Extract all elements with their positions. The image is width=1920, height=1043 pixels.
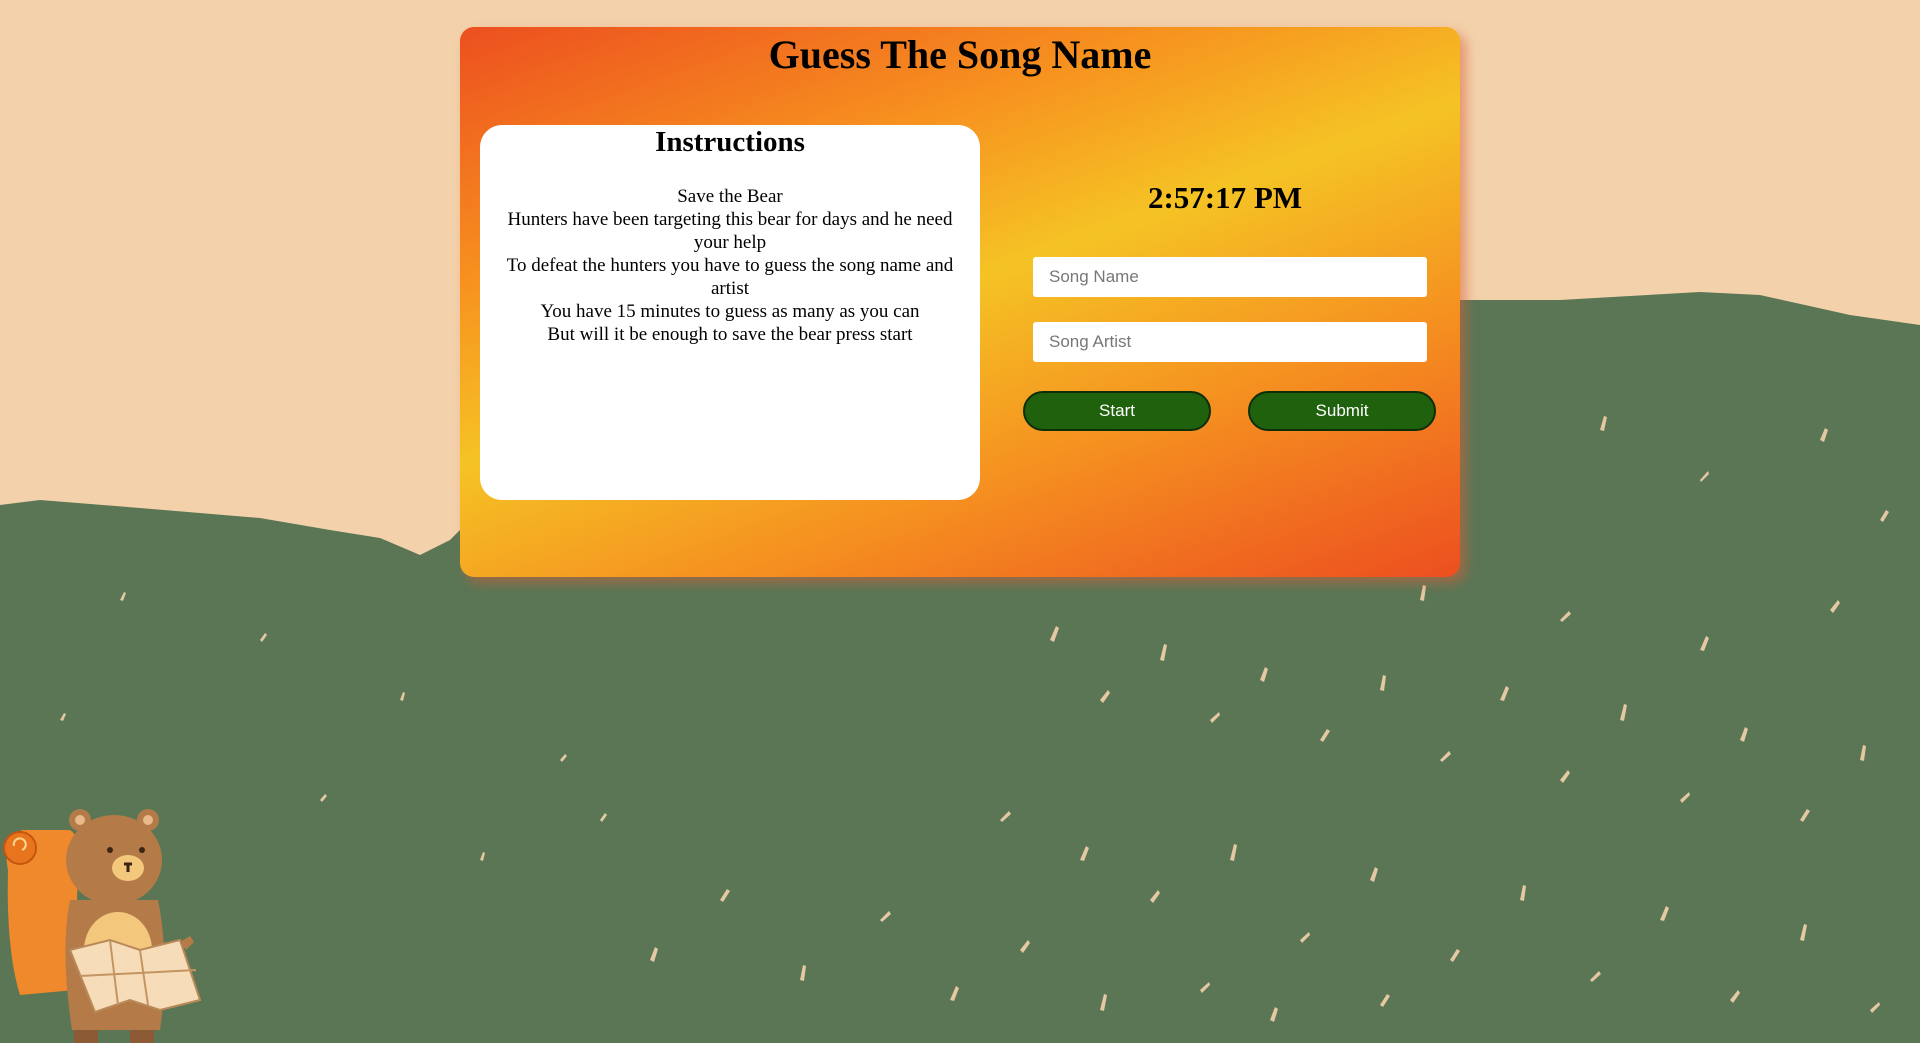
start-button[interactable]: Start — [1023, 391, 1211, 431]
song-artist-input[interactable] — [1033, 322, 1427, 362]
instruction-line: Hunters have been targeting this bear fo… — [507, 209, 953, 253]
song-name-input[interactable] — [1033, 257, 1427, 297]
submit-button[interactable]: Submit — [1248, 391, 1436, 431]
instructions-heading: Instructions — [655, 126, 805, 158]
instruction-line: You have 15 minutes to guess as many as … — [540, 301, 920, 322]
instruction-line: To defeat the hunters you have to guess … — [506, 255, 954, 299]
instruction-line: Save the Bear — [677, 186, 783, 207]
bear-with-map-icon — [3, 809, 202, 1043]
game-card: Guess The Song Name Instructions Save th… — [460, 27, 1460, 577]
clock-display: 2:57:17 PM — [1147, 180, 1303, 215]
instruction-line: But will it be enough to save the bear p… — [547, 324, 913, 345]
instructions-text: Save the Bear Hunters have been targetin… — [480, 185, 980, 346]
page: Guess The Song Name Instructions Save th… — [0, 0, 1920, 1043]
instructions-panel: Instructions Save the Bear Hunters have … — [480, 125, 980, 500]
page-title: Guess The Song Name — [768, 32, 1152, 77]
